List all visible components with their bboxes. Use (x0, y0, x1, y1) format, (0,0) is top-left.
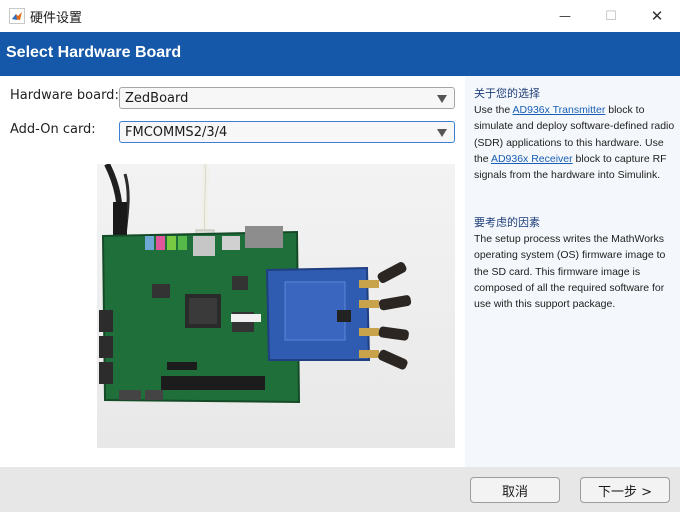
page-title: Select Hardware Board (6, 44, 182, 61)
section-body-considerations: The setup process writes the MathWorks o… (474, 233, 666, 311)
section-title-considerations: 要考虑的因素 (474, 216, 540, 229)
footer-bar: 取消 下一步 > (0, 467, 680, 512)
header-banner: Select Hardware Board (0, 32, 680, 76)
chevron-down-icon (437, 95, 447, 103)
ad936x-transmitter-link[interactable]: AD936x Transmitter (513, 104, 606, 116)
maximize-button[interactable]: ☐ (588, 0, 634, 32)
hardware-board-value: ZedBoard (125, 91, 189, 106)
maximize-icon: ☐ (605, 8, 617, 24)
matlab-logo-icon (9, 8, 25, 24)
addon-card-label: Add-On card: (10, 122, 96, 137)
close-icon: ✕ (650, 7, 664, 25)
minimize-icon: — (559, 9, 571, 23)
hardware-board-label: Hardware board: (10, 88, 119, 103)
addon-card-dropdown[interactable]: FMCOMMS2/3/4 (119, 121, 455, 143)
section-title-selection: 关于您的选择 (474, 87, 540, 100)
info-text: Use the (474, 104, 513, 116)
ad936x-receiver-link[interactable]: AD936x Receiver (491, 153, 573, 165)
window-title: 硬件设置 (30, 11, 83, 26)
board-photo (97, 164, 455, 448)
section-body-selection: Use the AD936x Transmitter block to simu… (474, 102, 679, 183)
addon-card-value: FMCOMMS2/3/4 (125, 125, 228, 140)
hardware-board-dropdown[interactable]: ZedBoard (119, 87, 455, 109)
title-bar: 硬件设置 — ☐ ✕ (0, 0, 680, 32)
next-button[interactable]: 下一步 > (580, 477, 670, 503)
chevron-down-icon (437, 129, 447, 137)
info-panel: 关于您的选择 Use the AD936x Transmitter block … (465, 76, 680, 467)
close-button[interactable]: ✕ (634, 0, 680, 32)
minimize-button[interactable]: — (542, 0, 588, 32)
cancel-button[interactable]: 取消 (470, 477, 560, 503)
